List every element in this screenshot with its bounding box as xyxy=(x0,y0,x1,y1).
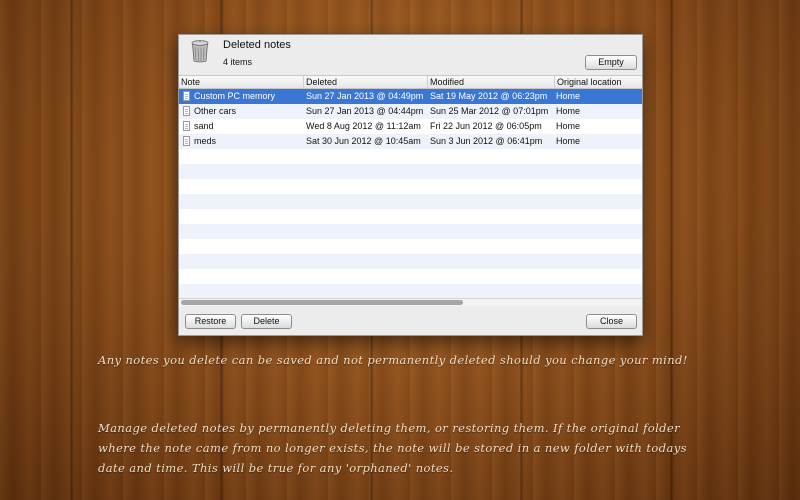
empty-row xyxy=(179,194,642,209)
empty-row xyxy=(179,164,642,179)
empty-button[interactable]: Empty xyxy=(585,55,637,70)
note-document-icon xyxy=(183,106,190,116)
restore-button[interactable]: Restore xyxy=(185,314,236,329)
dialog-header: Deleted notes 4 items Empty xyxy=(179,35,642,75)
original-location: Home xyxy=(556,106,581,116)
table-header: Note Deleted Modified Original location xyxy=(179,76,642,89)
modified-date: Fri 22 Jun 2012 @ 06:05pm xyxy=(430,121,542,131)
caption-deleted-notes: Any notes you delete can be saved and no… xyxy=(98,353,688,367)
deleted-notes-dialog: Deleted notes 4 items Empty Note Deleted… xyxy=(178,34,643,336)
note-name: sand xyxy=(194,121,214,131)
table-rows: Custom PC memory Sun 27 Jan 2013 @ 04:49… xyxy=(179,89,642,299)
delete-button[interactable]: Delete xyxy=(241,314,292,329)
modified-date: Sat 19 May 2012 @ 06:23pm xyxy=(430,91,548,101)
trash-can-icon xyxy=(191,40,209,63)
deleted-date: Sat 30 Jun 2012 @ 10:45am xyxy=(306,136,421,146)
deleted-date: Wed 8 Aug 2012 @ 11:12am xyxy=(306,121,421,131)
note-name: Other cars xyxy=(194,106,237,116)
scrollbar-thumb[interactable] xyxy=(181,300,463,305)
item-count: 4 items xyxy=(223,57,253,67)
note-name: Custom PC memory xyxy=(194,91,276,101)
column-header-note[interactable]: Note xyxy=(179,76,304,88)
empty-row xyxy=(179,284,642,299)
table-row[interactable]: sand Wed 8 Aug 2012 @ 11:12am Fri 22 Jun… xyxy=(179,119,642,134)
note-document-icon xyxy=(183,91,190,101)
close-button[interactable]: Close xyxy=(586,314,637,329)
empty-row xyxy=(179,224,642,239)
empty-row xyxy=(179,149,642,164)
note-document-icon xyxy=(183,136,190,146)
caption-manage-notes: Manage deleted notes by permanently dele… xyxy=(98,421,687,475)
deleted-notes-table[interactable]: Note Deleted Modified Original location … xyxy=(179,75,642,300)
empty-row xyxy=(179,239,642,254)
horizontal-scrollbar[interactable] xyxy=(179,298,642,306)
table-row[interactable]: Custom PC memory Sun 27 Jan 2013 @ 04:49… xyxy=(179,89,642,104)
dialog-title: Deleted notes xyxy=(223,39,291,51)
original-location: Home xyxy=(556,121,581,131)
column-header-deleted[interactable]: Deleted xyxy=(303,76,428,88)
deleted-date: Sun 27 Jan 2013 @ 04:44pm xyxy=(306,106,424,116)
note-name: meds xyxy=(194,136,217,146)
modified-date: Sun 3 Jun 2012 @ 06:41pm xyxy=(430,136,543,146)
column-header-modified[interactable]: Modified xyxy=(427,76,555,88)
column-header-location[interactable]: Original location xyxy=(554,76,642,88)
empty-row xyxy=(179,269,642,284)
empty-row xyxy=(179,209,642,224)
note-document-icon xyxy=(183,121,190,131)
empty-row xyxy=(179,179,642,194)
table-row[interactable]: Other cars Sun 27 Jan 2013 @ 04:44pm Sun… xyxy=(179,104,642,119)
modified-date: Sun 25 Mar 2012 @ 07:01pm xyxy=(430,106,549,116)
table-row[interactable]: meds Sat 30 Jun 2012 @ 10:45am Sun 3 Jun… xyxy=(179,134,642,149)
empty-row xyxy=(179,254,642,269)
deleted-date: Sun 27 Jan 2013 @ 04:49pm xyxy=(306,91,424,101)
original-location: Home xyxy=(556,91,581,101)
original-location: Home xyxy=(556,136,581,146)
